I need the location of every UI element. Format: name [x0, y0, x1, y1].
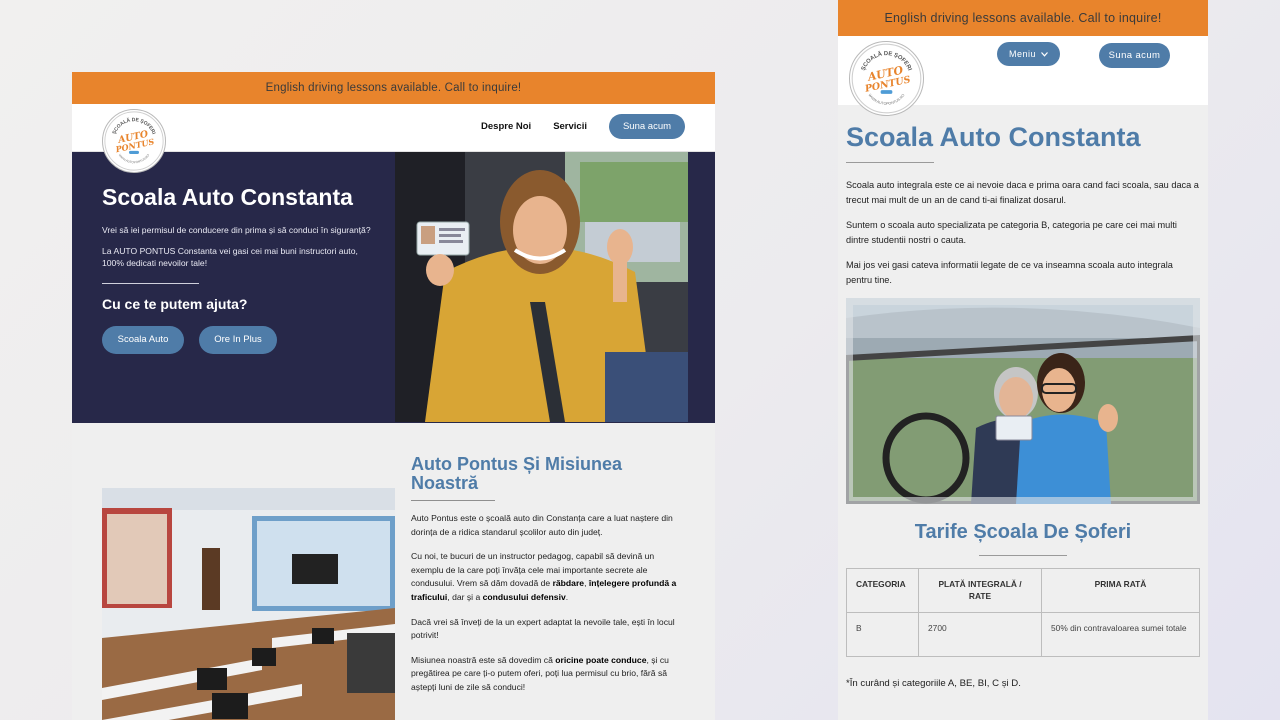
tarife-divider	[979, 555, 1067, 556]
announcement-banner: English driving lessons available. Call …	[72, 72, 715, 104]
table-header-plata: PLATĂ INTEGRALĂ / RATE	[918, 568, 1042, 613]
brand-logo[interactable]: ȘCOALĂ DE ȘOFERI AUTO PONTUS WWW.AUTOPON…	[102, 109, 166, 173]
mission-paragraph-2: Cu noi, te bucuri de un instructor pedag…	[411, 551, 677, 602]
mobile-brand-logo[interactable]: ȘCOALĂ DE ȘOFERI AUTO PONTUS WWW.AUTOPON…	[849, 41, 924, 116]
desktop-page-mockup: English driving lessons available. Call …	[72, 72, 715, 720]
mobile-call-now-button[interactable]: Suna acum	[1099, 43, 1170, 68]
mobile-paragraph-3: Mai jos vei gasi cateva informatii legat…	[846, 260, 1173, 285]
table-header-categoria: CATEGORIA	[846, 568, 919, 613]
mission-paragraph-1: Auto Pontus este o școală auto din Const…	[411, 513, 673, 537]
mobile-menu-button[interactable]: Meniu	[997, 42, 1060, 66]
mobile-header: ȘCOALĂ DE ȘOFERI AUTO PONTUS WWW.AUTOPON…	[838, 36, 1208, 116]
hero-section: Scoala Auto Constanta Vrei să iei permis…	[72, 152, 715, 423]
mobile-page-mockup: English driving lessons available. Call …	[838, 0, 1208, 720]
call-now-button[interactable]: Suna acum	[609, 114, 685, 139]
price-table: CATEGORIA PLATĂ INTEGRALĂ / RATE PRIMA R…	[846, 568, 1200, 657]
hero-title: Scoala Auto Constanta	[102, 184, 353, 210]
table-cell-first-installment: 50% din contravaloarea sumei totale	[1041, 612, 1200, 657]
chevron-down-icon	[1041, 52, 1048, 57]
table-row: B 2700 50% din contravaloarea sumei tota…	[846, 612, 1200, 657]
table-cell-category: B	[846, 612, 919, 657]
ore-in-plus-button[interactable]: Ore In Plus	[199, 325, 277, 354]
mobile-page-title: Scoala Auto Constanta	[846, 122, 1141, 152]
mobile-paragraph-2: Suntem o scoala auto specializata pe cat…	[846, 220, 1177, 245]
mission-divider	[411, 500, 495, 501]
nav-link-despre-noi[interactable]: Despre Noi	[481, 121, 531, 132]
hero-paragraph-1: Vrei să iei permisul de conducere din pr…	[102, 225, 371, 235]
classroom-photo	[102, 488, 395, 720]
scoala-auto-button[interactable]: Scoala Auto	[102, 325, 184, 354]
tarife-heading: Tarife Școala De Șoferi	[914, 521, 1132, 543]
mission-section: Auto Pontus Și Misiunea Noastră Auto Pon…	[72, 423, 715, 720]
hero-paragraph-2: La AUTO PONTUS Constanta vei gasi cei ma…	[102, 245, 358, 269]
mobile-paragraph-1: Scoala auto integrala este ce ai nevoie …	[846, 180, 1199, 205]
mobile-title-divider	[846, 162, 934, 163]
desktop-header: ȘCOALĂ DE ȘOFERI AUTO PONTUS WWW.AUTOPON…	[72, 104, 715, 173]
hero-subtitle: Cu ce te putem ajuta?	[102, 295, 248, 312]
hero-photo-driver-with-license	[395, 152, 688, 422]
nav-link-servicii[interactable]: Servicii	[553, 121, 587, 132]
instructor-student-car-photo	[846, 298, 1200, 504]
mission-paragraph-3: Dacă vrei să înveți de la un expert adap…	[411, 616, 675, 641]
table-header-prima-rata: PRIMA RATĂ	[1041, 568, 1200, 613]
categories-footnote: *În curând și categoriile A, BE, BI, C ș…	[846, 678, 1021, 689]
mission-paragraph-4: Misiunea noastră este să dovedim că oric…	[411, 654, 669, 692]
mission-title: Auto Pontus Și Misiunea Noastră	[411, 454, 623, 493]
table-cell-price: 2700	[918, 612, 1042, 657]
mobile-announcement-banner: English driving lessons available. Call …	[838, 0, 1208, 36]
hero-divider	[102, 282, 199, 284]
